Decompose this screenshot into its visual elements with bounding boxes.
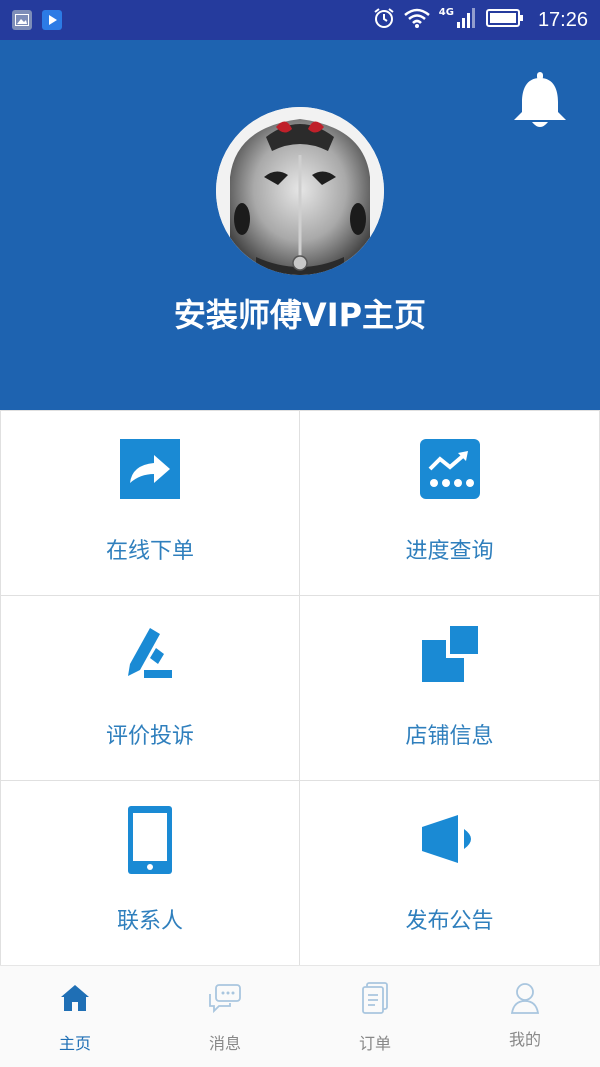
tile-label: 进度查询: [405, 539, 494, 564]
tile-progress-query[interactable]: 进度查询: [300, 411, 600, 596]
tile-label: 店铺信息: [405, 724, 494, 749]
nav-label: 主页: [58, 1034, 91, 1053]
nav-label: 我的: [508, 1030, 541, 1049]
nav-item-orders[interactable]: 订单: [300, 966, 450, 1067]
nav-item-messages[interactable]: 消息: [150, 966, 300, 1067]
trend-chart-icon: [419, 439, 480, 499]
signal-icon: [456, 7, 478, 33]
status-time: 17:26: [537, 8, 588, 31]
battery-icon: [485, 8, 524, 32]
phone-icon: [120, 805, 180, 875]
home-icon: [57, 980, 93, 1016]
gallery-notification-icon: [12, 10, 32, 30]
profile-header: 安装师傅VIP主页: [0, 40, 600, 410]
car-avatar[interactable]: [216, 107, 384, 275]
pen-edit-icon: [120, 624, 180, 684]
video-player-notification-icon: [42, 10, 62, 30]
tile-store-info[interactable]: 店铺信息: [300, 596, 600, 781]
wifi-icon: [403, 7, 431, 33]
orders-icon: [357, 980, 393, 1016]
page-title: 安装师傅VIP主页: [173, 296, 427, 334]
tile-label: 评价投诉: [105, 724, 194, 749]
network-type-label: 4G: [438, 6, 454, 18]
feature-grid: 在线下单 进度查询 评价投诉 店铺信息 联系人 发布公告: [0, 410, 600, 966]
tile-label: 在线下单: [105, 539, 194, 564]
nav-item-home[interactable]: 主页: [0, 966, 150, 1067]
store-blocks-icon: [420, 624, 480, 684]
speaker-icon: [420, 809, 480, 869]
tile-online-order[interactable]: 在线下单: [0, 411, 300, 596]
tile-label: 联系人: [116, 909, 183, 934]
tile-publish-notice[interactable]: 发布公告: [300, 781, 600, 966]
share-arrow-icon: [120, 439, 180, 499]
tile-contacts[interactable]: 联系人: [0, 781, 300, 966]
bottom-nav: 主页 消息 订单 我的: [0, 965, 600, 1067]
tile-review-complaint[interactable]: 评价投诉: [0, 596, 300, 781]
chat-bubbles-icon: [207, 980, 243, 1016]
nav-label: 订单: [358, 1034, 391, 1053]
nav-label: 消息: [208, 1034, 241, 1053]
nav-item-mine[interactable]: 我的: [450, 966, 600, 1067]
bell-icon[interactable]: [510, 70, 570, 132]
alarm-icon: [373, 7, 395, 33]
tile-label: 发布公告: [405, 909, 494, 934]
user-icon: [507, 980, 543, 1016]
status-bar: 4G 17:26: [0, 0, 600, 40]
